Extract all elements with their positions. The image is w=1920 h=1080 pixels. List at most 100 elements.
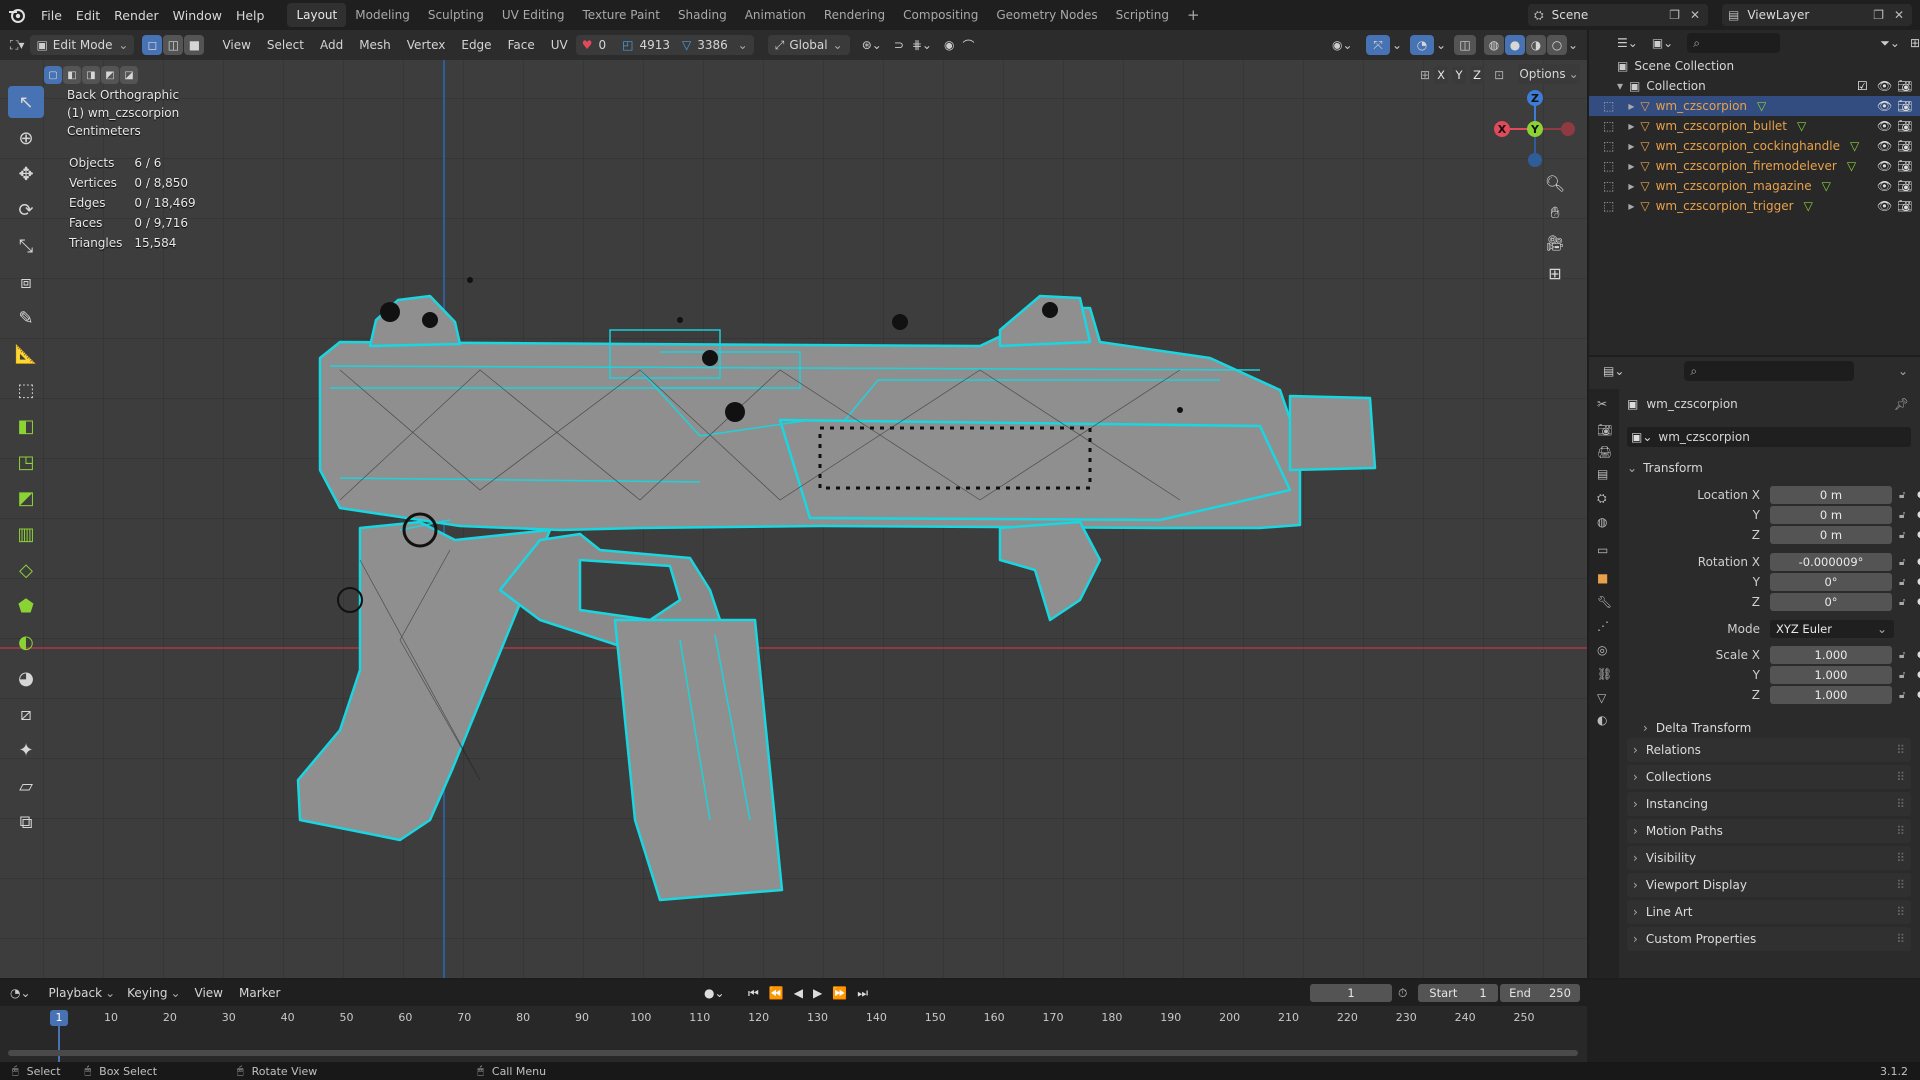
mesh-data-icon[interactable]: ▽ bbox=[1804, 199, 1813, 213]
menu-uv[interactable]: UV bbox=[543, 38, 576, 52]
current-frame-field[interactable]: 1 bbox=[1310, 984, 1392, 1002]
select-box-tool[interactable]: ↖ bbox=[8, 86, 44, 118]
numeric-field[interactable]: 0° bbox=[1770, 573, 1892, 591]
tab-layout[interactable]: Layout bbox=[287, 3, 347, 27]
edit-mode-icon[interactable]: ⬚ bbox=[1603, 119, 1614, 133]
copy-view-layer-icon[interactable]: ❐ bbox=[1873, 8, 1884, 22]
lock-icon[interactable]: 🔓︎ bbox=[1899, 577, 1905, 588]
new-collection-icon[interactable]: ⊞ bbox=[1910, 36, 1920, 50]
collection-tab-icon[interactable]: ▭ bbox=[1597, 543, 1608, 557]
menu-file[interactable]: File bbox=[34, 8, 69, 23]
mesh-data-icon[interactable]: ▽ bbox=[1797, 119, 1806, 133]
overlay-toggle[interactable]: ◔ bbox=[1410, 35, 1434, 55]
options-button[interactable]: Options ⌄ bbox=[1518, 64, 1580, 84]
numeric-field[interactable]: 1.000 bbox=[1770, 646, 1892, 664]
material-tab-icon[interactable]: ◐ bbox=[1597, 713, 1607, 727]
physics-tab-icon[interactable]: ◎ bbox=[1597, 643, 1607, 657]
jump-end-icon[interactable]: ⏭ bbox=[857, 986, 868, 1001]
properties-subpanel[interactable]: › Relations ⠿ bbox=[1627, 738, 1911, 762]
current-frame-marker[interactable]: 1 bbox=[50, 1010, 68, 1026]
chevron-down-icon[interactable]: ▾ bbox=[1617, 79, 1623, 93]
tool-tab-icon[interactable]: ✂ bbox=[1597, 397, 1607, 411]
eye-icon[interactable]: 👁︎ bbox=[1877, 119, 1892, 133]
properties-subpanel[interactable]: › Visibility ⠿ bbox=[1627, 846, 1911, 870]
numeric-field[interactable]: 0° bbox=[1770, 593, 1892, 611]
eye-icon[interactable]: 👁︎ bbox=[1877, 159, 1892, 173]
outliner-search-input[interactable]: ⌕ bbox=[1687, 33, 1781, 53]
select-new-button[interactable]: ▢ bbox=[44, 66, 62, 84]
outliner-row-object[interactable]: ⬚ ▸ ▽ wm_czscorpion_firemodelever ▽ 👁︎ 📷︎ bbox=[1589, 156, 1920, 176]
render-tab-icon[interactable]: 📷︎ bbox=[1597, 423, 1612, 437]
outliner-row-object[interactable]: ⬚ ▸ ▽ wm_czscorpion ▽ 👁︎ 📷︎ bbox=[1589, 96, 1920, 116]
numeric-field[interactable]: -0.000009° bbox=[1770, 553, 1892, 571]
gizmo-toggle[interactable]: ⤧ bbox=[1366, 35, 1390, 55]
edit-mode-icon[interactable]: ⬚ bbox=[1603, 139, 1614, 153]
tab-uv-editing[interactable]: UV Editing bbox=[493, 3, 574, 27]
solid-shading-button[interactable]: ● bbox=[1505, 35, 1525, 55]
measure-tool[interactable]: 📐 bbox=[8, 338, 44, 370]
select-intersect-button[interactable]: ◪ bbox=[120, 66, 138, 84]
display-mode-icon[interactable]: ▣⌄ bbox=[1652, 36, 1673, 50]
properties-subpanel[interactable]: › Line Art ⠿ bbox=[1627, 900, 1911, 924]
close-view-layer-icon[interactable]: ✕ bbox=[1894, 8, 1904, 22]
menu-keying[interactable]: Keying bbox=[127, 986, 167, 1000]
vertex-select-button[interactable]: ◻ bbox=[142, 35, 163, 55]
modifier-tab-icon[interactable]: 🔧︎ bbox=[1597, 595, 1612, 609]
menu-marker[interactable]: Marker bbox=[239, 986, 280, 1000]
scene-tab-icon[interactable]: ⛭ bbox=[1597, 491, 1607, 506]
close-scene-icon[interactable]: ✕ bbox=[1690, 8, 1700, 22]
camera-render-icon[interactable]: 📷︎ bbox=[1897, 99, 1912, 113]
mesh-data-icon[interactable]: ▽ bbox=[1850, 139, 1859, 153]
numeric-field[interactable]: 0 m bbox=[1770, 486, 1892, 504]
record-button[interactable]: ●⌄ bbox=[704, 986, 725, 1000]
mode-dropdown[interactable]: XYZ Euler bbox=[1770, 620, 1894, 638]
edit-mode-icon[interactable]: ⬚ bbox=[1603, 179, 1614, 193]
edge-select-button[interactable]: ◫ bbox=[163, 35, 184, 55]
lock-icon[interactable]: 🔓︎ bbox=[1899, 597, 1905, 608]
jump-start-icon[interactable]: ⏮ bbox=[748, 986, 759, 1001]
output-tab-icon[interactable]: 🖨︎ bbox=[1597, 445, 1612, 459]
drag-handle-icon[interactable]: ⠿ bbox=[1896, 797, 1905, 811]
mesh-counters[interactable]: ♥ 0 ◰ 4913 ▽ 3386 ⌄ bbox=[575, 35, 754, 55]
eye-icon[interactable]: 👁︎ bbox=[1877, 179, 1892, 193]
mesh-data-icon[interactable]: ▽ bbox=[1822, 179, 1831, 193]
eye-icon[interactable]: 👁︎ bbox=[1877, 199, 1892, 213]
falloff-icon[interactable]: ⌒ bbox=[962, 37, 974, 54]
snap-icon[interactable]: ⊃ bbox=[894, 38, 904, 52]
camera-render-icon[interactable]: 📷︎ bbox=[1897, 79, 1912, 93]
overlay-dropdown-icon[interactable]: ⌄ bbox=[1436, 38, 1446, 52]
menu-face[interactable]: Face bbox=[500, 38, 543, 52]
view-layer-selector[interactable]: ▤ ViewLayer ❐ ✕ bbox=[1722, 4, 1912, 26]
object-tab-icon[interactable]: ■ bbox=[1597, 571, 1608, 585]
properties-subpanel[interactable]: › Instancing ⠿ bbox=[1627, 792, 1911, 816]
move-tool[interactable]: ✥ bbox=[8, 158, 44, 190]
cursor-tool[interactable]: ⊕ bbox=[8, 122, 44, 154]
checkbox-icon[interactable]: ☑ bbox=[1857, 79, 1868, 93]
menu-help[interactable]: Help bbox=[229, 8, 272, 23]
tab-shading[interactable]: Shading bbox=[669, 3, 736, 27]
menu-mesh[interactable]: Mesh bbox=[351, 38, 399, 52]
knife-tool[interactable]: ◇ bbox=[8, 554, 44, 586]
chevron-right-icon[interactable]: ▸ bbox=[1628, 179, 1634, 193]
numeric-field[interactable]: 1.000 bbox=[1770, 666, 1892, 684]
loop-cut-tool[interactable]: ▥ bbox=[8, 518, 44, 550]
outliner-row-scene-collection[interactable]: ▣ Scene Collection bbox=[1589, 56, 1920, 76]
eye-icon[interactable]: 👁︎ bbox=[1877, 79, 1892, 93]
playhead-line[interactable] bbox=[58, 1026, 60, 1062]
xray-toggle[interactable]: ◫ bbox=[1454, 35, 1476, 55]
view-layer-tab-icon[interactable]: ▤ bbox=[1597, 467, 1608, 481]
mirror-y-toggle[interactable]: Y bbox=[1452, 66, 1467, 84]
particles-tab-icon[interactable]: ⋰ bbox=[1597, 619, 1609, 633]
menu-add[interactable]: Add bbox=[312, 38, 351, 52]
drag-handle-icon[interactable]: ⠿ bbox=[1896, 743, 1905, 757]
rendered-shading-button[interactable]: ○ bbox=[1547, 35, 1567, 55]
material-shading-button[interactable]: ◑ bbox=[1526, 35, 1546, 55]
outliner-row-object[interactable]: ⬚ ▸ ▽ wm_czscorpion_bullet ▽ 👁︎ 📷︎ bbox=[1589, 116, 1920, 136]
snap-target-icon[interactable]: ⋕⌄ bbox=[912, 38, 932, 52]
data-tab-icon[interactable]: ▽ bbox=[1597, 691, 1606, 705]
smooth-tool[interactable]: ◕ bbox=[8, 662, 44, 694]
mesh-object-wm-czscorpion[interactable] bbox=[280, 260, 1400, 910]
edit-mode-icon[interactable]: ⬚ bbox=[1603, 99, 1614, 113]
editor-type-icon[interactable]: ◔⌄ bbox=[10, 986, 31, 1000]
properties-subpanel[interactable]: › Motion Paths ⠿ bbox=[1627, 819, 1911, 843]
